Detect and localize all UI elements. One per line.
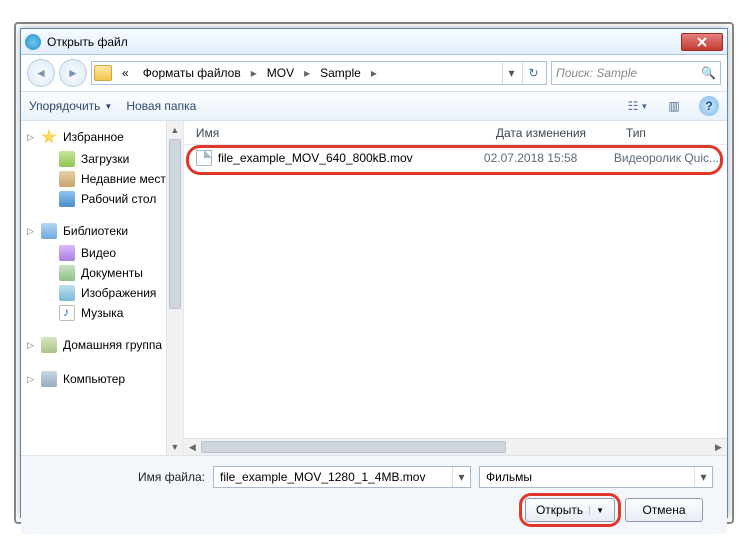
sidebar-item-recent[interactable]: Недавние места <box>23 169 183 189</box>
close-button[interactable] <box>681 33 723 51</box>
documents-icon <box>59 265 75 281</box>
chevron-down-icon: ▼ <box>104 102 112 111</box>
desktop-icon <box>59 191 75 207</box>
organize-button[interactable]: Упорядочить ▼ <box>29 99 112 113</box>
file-list-pane: Имя Дата изменения Тип file_example_MOV_… <box>184 121 727 455</box>
chevron-down-icon: ▼ <box>589 506 604 515</box>
sidebar-group-computer[interactable]: ▷Компьютер <box>23 369 183 391</box>
sidebar-item-video[interactable]: Видео <box>23 243 183 263</box>
bottom-panel: Имя файла: ▾ ▾ Открыть ▼ Отмена <box>21 455 727 534</box>
column-headers: Имя Дата изменения Тип <box>184 121 727 145</box>
search-input[interactable]: Поиск: Sample 🔍 <box>551 61 721 85</box>
sidebar-item-downloads[interactable]: Загрузки <box>23 149 183 169</box>
filename-field[interactable] <box>214 470 452 484</box>
scrollbar-thumb[interactable] <box>169 139 181 309</box>
new-folder-button[interactable]: Новая папка <box>126 99 196 113</box>
sidebar-item-desktop[interactable]: Рабочий стол <box>23 189 183 209</box>
sidebar-item-documents[interactable]: Документы <box>23 263 183 283</box>
search-icon: 🔍 <box>701 66 716 80</box>
breadcrumb-item[interactable]: MOV <box>261 66 300 80</box>
breadcrumb-item[interactable]: Sample <box>314 66 367 80</box>
breadcrumb-item[interactable]: Форматы файлов <box>137 66 247 80</box>
file-date: 02.07.2018 15:58 <box>484 151 614 165</box>
back-button[interactable]: ◄ <box>27 59 55 87</box>
file-type: Видеоролик Quic... <box>614 151 727 165</box>
folder-icon <box>94 65 112 81</box>
sidebar-item-music[interactable]: Музыка <box>23 303 183 323</box>
filename-input[interactable]: ▾ <box>213 466 471 488</box>
filename-label: Имя файла: <box>35 470 205 484</box>
computer-icon <box>41 371 57 387</box>
titlebar: Открыть файл <box>21 29 727 55</box>
column-name[interactable]: Имя <box>184 126 484 140</box>
scroll-up-icon[interactable]: ▲ <box>167 121 183 138</box>
file-icon <box>196 150 212 166</box>
disclosure-icon: ▷ <box>27 340 34 351</box>
breadcrumb-bar[interactable]: « Форматы файлов ▸ MOV ▸ Sample ▸ ▾ ↻ <box>91 61 547 85</box>
refresh-button[interactable]: ↻ <box>522 62 544 84</box>
sidebar-group-homegroup[interactable]: ▷Домашняя группа <box>23 335 183 357</box>
disclosure-icon: ▷ <box>27 226 34 237</box>
close-icon <box>697 37 707 47</box>
filter-dropdown[interactable]: ▾ <box>694 467 712 487</box>
sidebar-group-libraries[interactable]: ▷Библиотеки <box>23 221 183 243</box>
search-placeholder: Поиск: Sample <box>556 66 637 80</box>
music-icon <box>59 305 75 321</box>
scroll-down-icon[interactable]: ▼ <box>167 438 183 455</box>
chevron-right-icon: ▸ <box>249 66 259 80</box>
downloads-icon <box>59 151 75 167</box>
disclosure-icon: ▷ <box>27 132 34 143</box>
scroll-right-icon[interactable]: ▶ <box>710 439 727 455</box>
file-row[interactable]: file_example_MOV_640_800kB.mov 02.07.201… <box>184 145 727 167</box>
view-options-button[interactable]: ☷ ▼ <box>627 96 649 116</box>
column-type[interactable]: Тип <box>614 126 727 140</box>
app-icon <box>25 34 41 50</box>
recent-icon <box>59 171 75 187</box>
toolbar: Упорядочить ▼ Новая папка ☷ ▼ ▥ ? <box>21 91 727 121</box>
scroll-left-icon[interactable]: ◀ <box>184 439 201 455</box>
forward-button[interactable]: ► <box>59 59 87 87</box>
filter-select[interactable]: ▾ <box>479 466 713 488</box>
chevron-right-icon: ▸ <box>369 66 379 80</box>
filter-value[interactable] <box>480 470 694 484</box>
chevron-right-icon: ▸ <box>302 66 312 80</box>
address-row: ◄ ► « Форматы файлов ▸ MOV ▸ Sample ▸ ▾ … <box>21 55 727 91</box>
breadcrumb-prefix[interactable]: « <box>116 66 135 80</box>
sidebar: ▷Избранное Загрузки Недавние места Рабоч… <box>21 121 184 455</box>
disclosure-icon: ▷ <box>27 374 34 385</box>
horizontal-scrollbar[interactable]: ◀ ▶ <box>184 438 727 455</box>
scrollbar-thumb[interactable] <box>201 441 506 453</box>
star-icon <box>41 129 57 145</box>
open-file-dialog: Открыть файл ◄ ► « Форматы файлов ▸ MOV … <box>20 28 728 518</box>
help-button[interactable]: ? <box>699 96 719 116</box>
window-title: Открыть файл <box>47 35 681 49</box>
cancel-button[interactable]: Отмена <box>625 498 703 522</box>
video-icon <box>59 245 75 261</box>
sidebar-item-images[interactable]: Изображения <box>23 283 183 303</box>
libraries-icon <box>41 223 57 239</box>
images-icon <box>59 285 75 301</box>
column-date[interactable]: Дата изменения <box>484 126 614 140</box>
address-dropdown[interactable]: ▾ <box>502 62 520 84</box>
file-rows: file_example_MOV_640_800kB.mov 02.07.201… <box>184 145 727 438</box>
sidebar-group-favorites[interactable]: ▷Избранное <box>23 127 183 149</box>
file-name: file_example_MOV_640_800kB.mov <box>218 151 413 165</box>
open-button[interactable]: Открыть ▼ <box>525 498 615 522</box>
sidebar-scrollbar[interactable]: ▲ ▼ <box>166 121 183 455</box>
homegroup-icon <box>41 337 57 353</box>
preview-pane-button[interactable]: ▥ <box>663 96 685 116</box>
filename-dropdown[interactable]: ▾ <box>452 467 470 487</box>
